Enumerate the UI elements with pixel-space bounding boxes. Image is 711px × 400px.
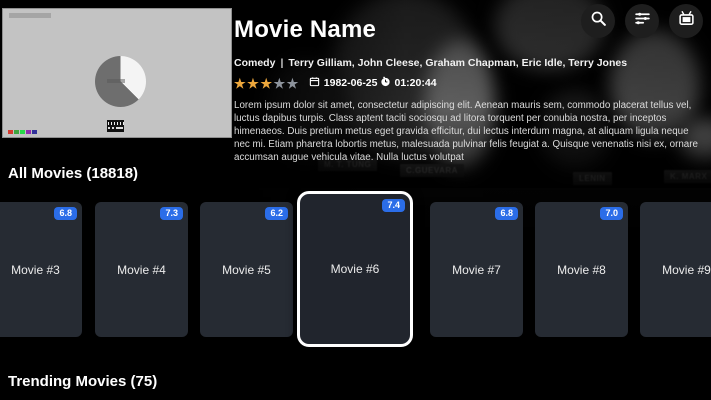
color-swatch <box>20 130 25 134</box>
movie-card-label: Movie #8 <box>557 262 606 277</box>
movie-card-label: Movie #9 <box>662 262 711 277</box>
movie-details-panel: Movie Name Comedy | Terry Gilliam, John Cl… <box>234 16 704 164</box>
rating-row: ★★★★★ 1982-06-25 01:20:44 <box>234 76 704 90</box>
star-rating: ★★★★★ <box>234 77 300 90</box>
movie-card[interactable]: 6.8 Movie #7 <box>430 202 523 337</box>
rating-badge: 7.0 <box>600 207 623 220</box>
rating-badge: 7.4 <box>382 199 405 212</box>
movie-card[interactable]: 7 Movie #9 <box>640 202 711 337</box>
color-swatch <box>8 130 13 134</box>
movie-cast: Terry Gilliam, John Cleese, Graham Chapm… <box>288 57 628 69</box>
movie-card-label: Movie #4 <box>117 262 166 277</box>
star-filled-icon: ★ <box>260 75 274 91</box>
star-filled-icon: ★ <box>234 75 248 91</box>
color-swatch <box>14 130 19 134</box>
clock-icon <box>378 76 395 90</box>
release-date: 1982-06-25 <box>323 77 378 89</box>
movie-description: Lorem ipsum dolor sit amet, consectetur … <box>234 100 698 163</box>
color-swatch <box>32 130 37 134</box>
preview-timestamp-overlay <box>9 13 51 18</box>
movie-card[interactable]: 6.8 Movie #3 <box>0 202 82 337</box>
movie-card[interactable]: 6.2 Movie #5 <box>200 202 293 337</box>
movie-card-focused[interactable]: 7.4 Movie #6 <box>297 191 413 347</box>
star-empty-icon: ★ <box>273 75 287 91</box>
calendar-icon <box>307 76 324 90</box>
rating-badge: 7.3 <box>160 207 183 220</box>
movie-duration: 01:20:44 <box>394 77 437 89</box>
movie-card[interactable]: 7.3 Movie #4 <box>95 202 188 337</box>
preview-barcode-graphic <box>107 120 124 132</box>
rating-badge: 6.8 <box>54 207 77 220</box>
movie-card-label: Movie #5 <box>222 262 271 277</box>
movie-genre: Comedy <box>234 57 276 69</box>
color-swatch <box>26 130 31 134</box>
movie-browser-app: { "header": { "title": "Movie Name", "ge… <box>0 0 711 400</box>
movie-card-label: Movie #3 <box>11 262 60 277</box>
movie-card-label: Movie #7 <box>452 262 501 277</box>
rating-badge: 6.2 <box>265 207 288 220</box>
video-preview-player[interactable] <box>2 8 232 138</box>
movie-card[interactable]: 7.0 Movie #8 <box>535 202 628 337</box>
star-filled-icon: ★ <box>247 75 261 91</box>
rating-badge: 6.8 <box>495 207 518 220</box>
movie-meta-line: Comedy | Terry Gilliam, John Cleese, Graha… <box>234 57 704 69</box>
star-empty-icon: ★ <box>286 75 300 91</box>
preview-pie-label <box>107 79 125 83</box>
section-title-trending-movies: Trending Movies (75) <box>8 373 158 390</box>
preview-color-strip <box>8 130 37 134</box>
section-title-all-movies: All Movies (18818) <box>8 165 139 182</box>
movie-title: Movie Name <box>234 16 377 43</box>
meta-separator: | <box>280 57 284 69</box>
movie-card-label: Movie #6 <box>330 262 380 276</box>
